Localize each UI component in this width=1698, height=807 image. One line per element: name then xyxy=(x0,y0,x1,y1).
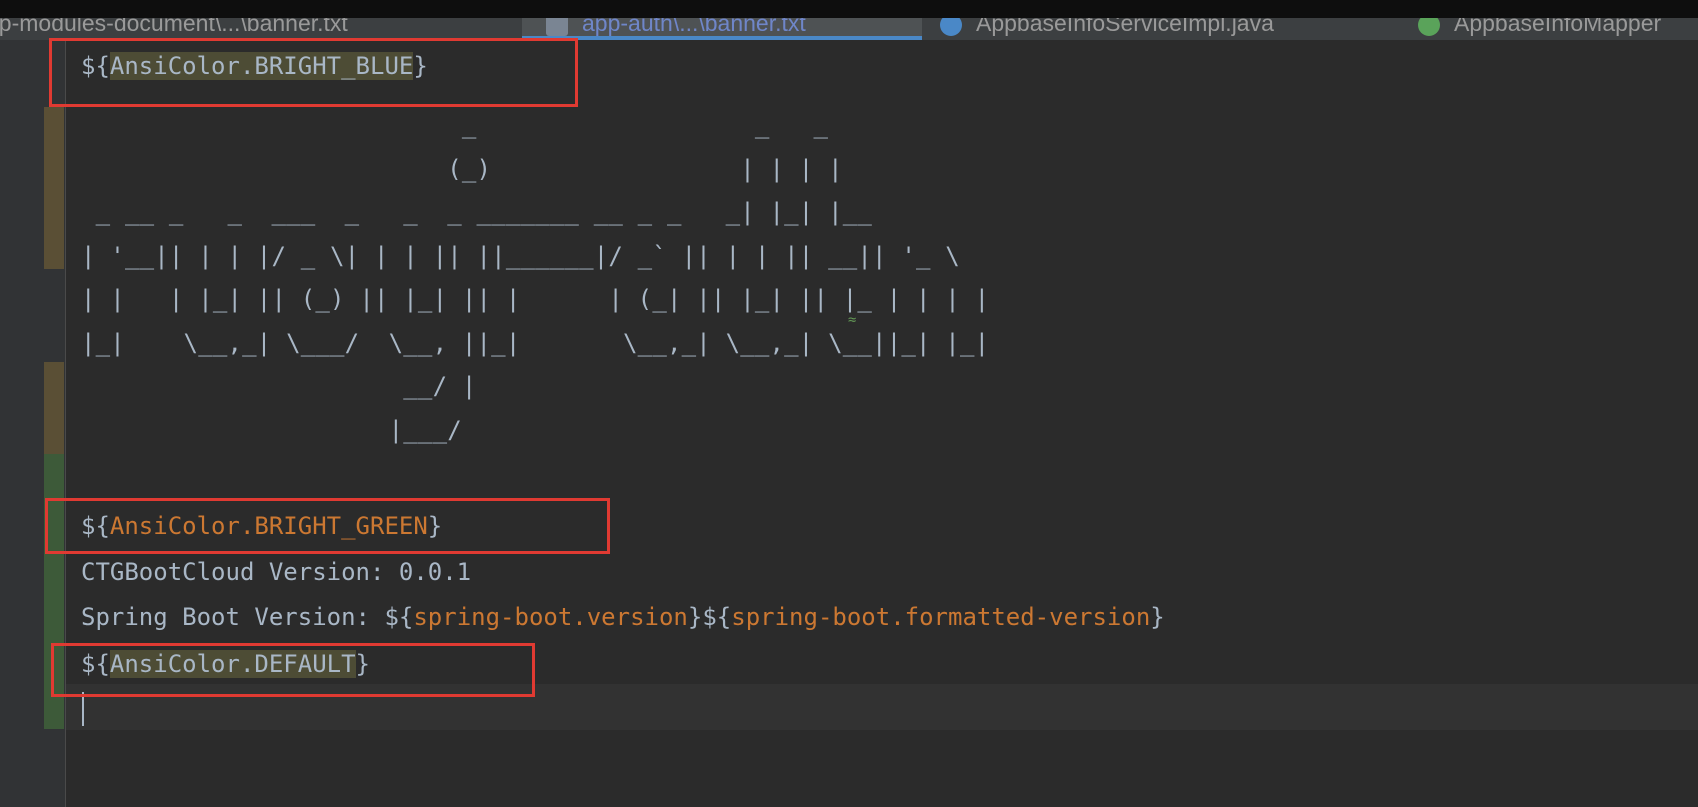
annotation-box-default xyxy=(51,643,535,697)
ascii-row: |___/ xyxy=(81,415,462,444)
window-top-strip xyxy=(0,0,1698,18)
code-line-spring-boot[interactable]: Spring Boot Version: ${spring-boot.versi… xyxy=(81,603,1165,631)
text-file-icon xyxy=(546,18,568,36)
tab-label: pp-modules-document\...\banner.txt xyxy=(0,18,348,36)
tab-label: AppbaseInfoMapper xyxy=(1454,18,1662,36)
text-caret xyxy=(82,692,84,726)
editor-tab-bar: pp-modules-document\...\banner.txt app-a… xyxy=(0,18,1698,40)
tab-label: AppbaseInfoServiceImpl.java xyxy=(976,18,1274,36)
spellcheck-squiggle: ≈ xyxy=(848,312,857,328)
java-class-icon xyxy=(940,18,962,36)
ascii-row: _ __ _ _ ___ _ _ _ _______ __ _ _ _| |_|… xyxy=(81,198,873,226)
tab-document-banner[interactable]: pp-modules-document\...\banner.txt xyxy=(0,18,496,40)
ide-window: pp-modules-document\...\banner.txt app-a… xyxy=(0,0,1698,807)
vcs-change-marker[interactable] xyxy=(44,362,64,454)
placeholder-token: spring-boot.formatted-version xyxy=(731,603,1151,631)
tab-appbase-mapper[interactable]: AppbaseInfoMapper xyxy=(1418,18,1698,40)
placeholder-token: spring-boot.version xyxy=(413,603,688,631)
annotation-box-bright-blue xyxy=(49,38,578,107)
tab-appbase-service-impl[interactable]: AppbaseInfoServiceImpl.java xyxy=(940,18,1360,40)
code-line-version[interactable]: CTGBootCloud Version: 0.0.1 xyxy=(81,558,471,586)
ascii-row: | '__|| | | |/ _ \| | | || ||______|/ _`… xyxy=(81,241,960,270)
java-interface-icon xyxy=(1418,18,1440,36)
vcs-change-marker[interactable] xyxy=(44,107,64,269)
annotation-box-bright-green xyxy=(45,498,610,554)
ascii-art-banner[interactable]: _ _ _ (_) | | | | _ __ _ _ ___ _ _ _ ___… xyxy=(81,104,989,452)
ascii-row: (_) | | | | xyxy=(81,154,843,183)
ascii-row: |_| \__,_| \___/ \__, ||_| \__,_| \__,_|… xyxy=(81,328,990,357)
ascii-row: __/ | xyxy=(81,372,477,400)
tab-auth-banner[interactable]: app-auth\...\banner.txt xyxy=(522,18,922,40)
tab-label: app-auth\...\banner.txt xyxy=(582,18,806,36)
ascii-row: _ _ _ xyxy=(81,111,829,139)
